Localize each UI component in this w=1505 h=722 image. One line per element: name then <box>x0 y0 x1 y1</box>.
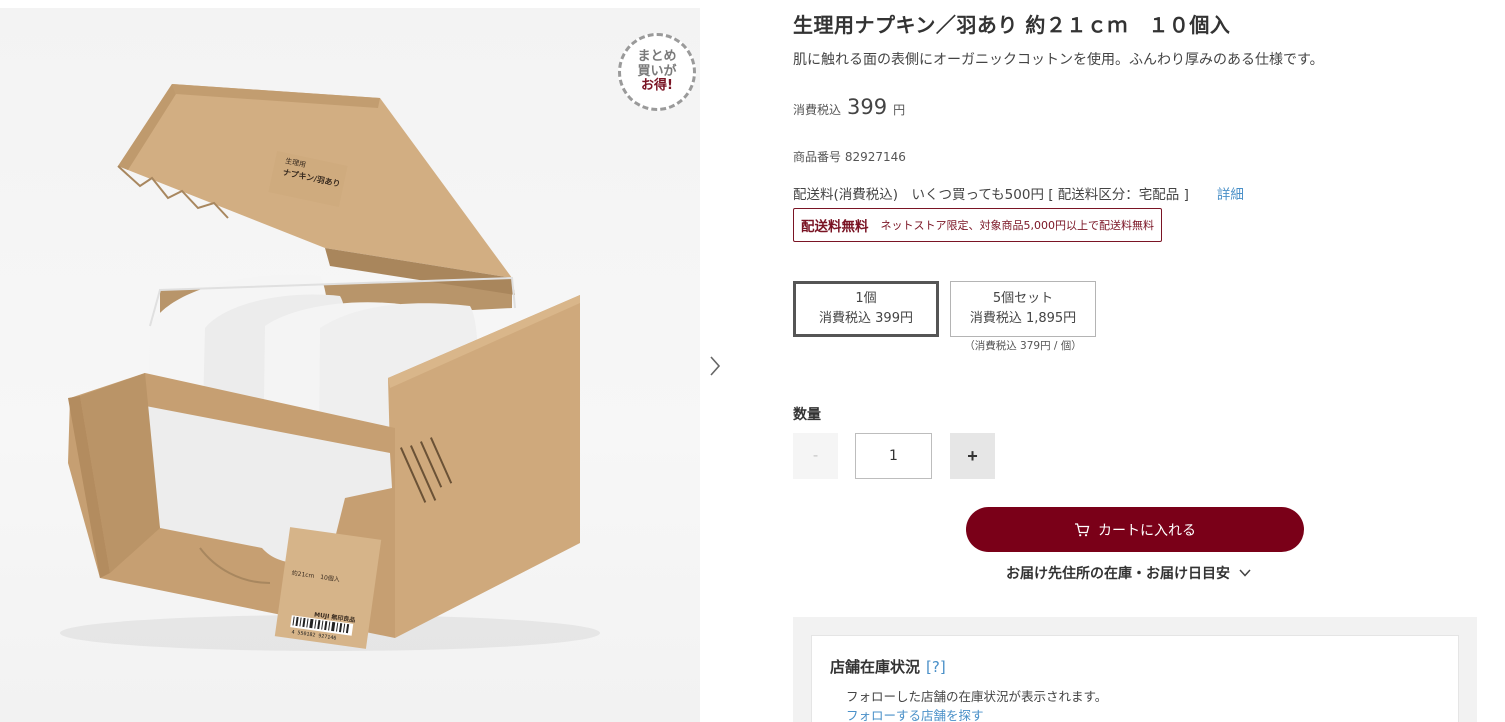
store-stock-section: 店舗在庫状況 [?] フォローした店舗の在庫状況が表示されます。 フォローする店舗… <box>793 617 1477 722</box>
find-store-link[interactable]: フォローする店舗を探す <box>846 705 984 722</box>
product-gallery: 生理用 ナプキン/羽あり 約21cm 10個入 MUJI 無印良品 4 5501… <box>0 0 721 722</box>
add-to-cart-button[interactable]: カートに入れる <box>966 507 1304 552</box>
store-stock-card: 店舗在庫状況 [?] フォローした店舗の在庫状況が表示されます。 フォローする店舗… <box>811 635 1459 722</box>
product-sku: 商品番号 82927146 <box>793 150 906 164</box>
free-shipping-text: ネットストア限定、対象商品5,000円以上で配送料無料 <box>880 219 1155 232</box>
badge-line3: お得! <box>641 78 673 94</box>
quantity-label: 数量 <box>793 407 821 423</box>
badge-line1: まとめ <box>637 48 677 64</box>
option-name: 1個 <box>855 290 877 306</box>
quantity-input[interactable] <box>855 433 932 479</box>
store-stock-help-link[interactable]: [?] <box>926 658 946 676</box>
product-title: 生理用ナプキン／羽あり 約２１ｃｍ １０個入 <box>793 13 1231 37</box>
price-unit: 円 <box>893 103 906 117</box>
add-to-cart-label: カートに入れる <box>1098 522 1196 539</box>
option-set-of-5[interactable]: 5個セット 消費税込 1,895円 <box>950 281 1096 337</box>
store-stock-title-text: 店舗在庫状況 <box>830 658 921 676</box>
price-row: 消費税込 399 円 <box>793 95 905 119</box>
delivery-estimate-label: お届け先住所の在庫・お届け日目安 <box>1006 566 1230 582</box>
quantity-decrease-button[interactable]: - <box>793 433 838 479</box>
shipping-text: 配送料(消費税込) いくつ買っても500円 [ 配送料区分：宅配品 ] <box>793 187 1189 203</box>
option-single[interactable]: 1個 消費税込 399円 <box>793 281 939 337</box>
price-amount: 399 <box>847 95 888 119</box>
free-shipping-label: 配送料無料 <box>801 219 869 235</box>
product-description: 肌に触れる面の表側にオーガニックコットンを使用。ふんわり厚みのある仕様です。 <box>793 52 1324 68</box>
option-unit-price: （消費税込 379円 / 個） <box>964 340 1082 352</box>
store-stock-text: フォローした店舗の在庫状況が表示されます。 <box>846 689 1108 704</box>
quantity-increase-button[interactable]: + <box>950 433 995 479</box>
store-stock-title: 店舗在庫状況 [?] <box>830 656 946 677</box>
option-name: 5個セット <box>992 290 1054 306</box>
product-image: 生理用 ナプキン/羽あり 約21cm 10個入 MUJI 無印良品 4 5501… <box>0 8 700 722</box>
free-shipping-notice: 配送料無料 ネットストア限定、対象商品5,000円以上で配送料無料 <box>793 208 1162 242</box>
option-price: 消費税込 399円 <box>819 311 913 326</box>
chevron-right-icon[interactable] <box>705 353 725 379</box>
price-tax-label: 消費税込 <box>793 103 842 117</box>
shipping-detail-link[interactable]: 詳細 <box>1217 183 1244 203</box>
product-box-illustration: 生理用 ナプキン/羽あり 約21cm 10個入 MUJI 無印良品 4 5501… <box>60 84 600 651</box>
shipping-info: 配送料(消費税込) いくつ買っても500円 [ 配送料区分：宅配品 ] 詳細 <box>793 183 1244 203</box>
cart-icon <box>1075 522 1090 536</box>
delivery-estimate-toggle[interactable]: お届け先住所の在庫・お届け日目安 <box>1006 563 1252 583</box>
option-price: 消費税込 1,895円 <box>969 311 1077 326</box>
bulk-deal-badge: まとめ 買いが お得! <box>618 33 696 111</box>
chevron-down-icon <box>1239 569 1251 577</box>
